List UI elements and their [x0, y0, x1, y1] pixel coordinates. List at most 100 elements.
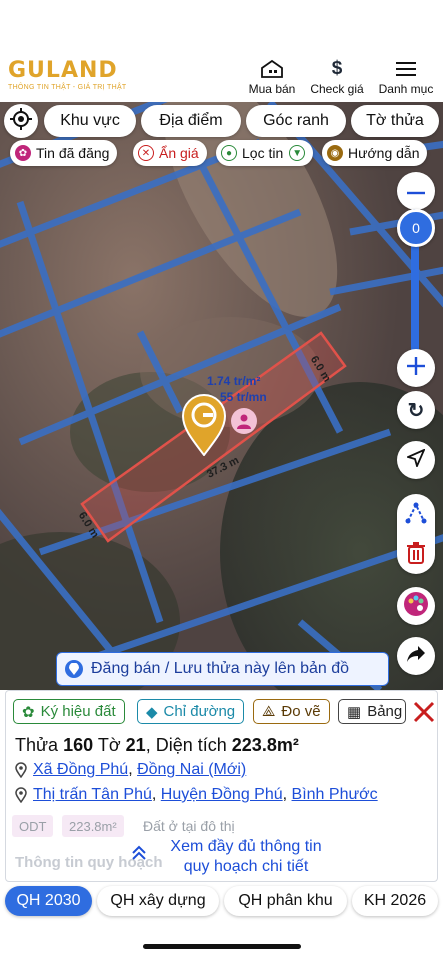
province-link[interactable]: Bình Phước — [292, 786, 378, 804]
zoom-slider-handle[interactable]: 0 — [397, 209, 435, 247]
nav-check-gia[interactable]: $ Check giá — [302, 58, 372, 96]
comma: , — [128, 761, 138, 778]
chip-an-gia[interactable]: ✕ Ẩn giá — [133, 140, 207, 166]
navigation-arrow-icon — [405, 447, 426, 472]
nav-danh-muc[interactable]: Danh mục — [371, 58, 441, 96]
comma: , — [282, 786, 292, 803]
navigate-button[interactable] — [397, 441, 435, 479]
zoom-in-button[interactable] — [397, 349, 435, 387]
filter-dia-diem[interactable]: Địa điểm — [141, 105, 241, 137]
crosshair-icon — [9, 107, 33, 136]
filter-goc-ranh[interactable]: Góc ranh — [246, 105, 346, 137]
measure-icon: ⟁ — [262, 703, 276, 720]
minus-icon — [407, 182, 425, 200]
price-per-m2-label: 1.74 tr/m² — [207, 374, 261, 388]
tool-label: Chỉ đường — [163, 703, 236, 720]
nav-label: Danh mục — [378, 82, 434, 96]
nav-label: Mua bán — [248, 82, 296, 96]
refresh-button[interactable]: ↻ — [397, 391, 435, 429]
tool-label: Ký hiệu đất — [40, 703, 116, 720]
more-label-line1: Xem đầy đủ thông tin — [170, 838, 322, 855]
close-panel-button[interactable] — [412, 700, 436, 724]
parcel-label: Thửa — [15, 735, 59, 755]
guide-icon: ◉ — [327, 145, 343, 161]
chevron-down-icon: ▼ — [289, 145, 306, 161]
measure-draw-button[interactable] — [404, 501, 428, 525]
parcel-info-panel: ✿ Ký hiệu đất ◆ Chỉ đường ⟁ Đo vẽ ▦ Bảng… — [5, 690, 438, 882]
tab-kh-2026[interactable]: KH 2026 — [352, 886, 438, 916]
filter-khu-vuc[interactable]: Khu vực — [44, 105, 136, 137]
close-icon — [412, 701, 436, 728]
sheet-label: Tờ — [97, 735, 121, 755]
measure-tab[interactable]: ⟁ Đo vẽ — [253, 699, 330, 724]
post-listing-button[interactable]: Đăng bán / Lưu thửa này lên bản đồ — [56, 652, 389, 686]
filter-to-thua[interactable]: Tờ thửa — [351, 105, 439, 137]
filter-pin-icon: ● — [221, 145, 237, 161]
nav-label: Check giá — [310, 82, 364, 96]
zoom-out-button[interactable] — [397, 172, 435, 210]
zoning-area-tag: 223.8m² — [62, 815, 124, 837]
chevrons-up-icon — [131, 845, 147, 867]
locate-me-button[interactable] — [4, 104, 38, 138]
menu-icon — [396, 58, 416, 80]
delete-drawing-button[interactable] — [406, 542, 428, 564]
planning-tabs: QH 2030 QH xây dựng QH phân khu KH 2026 — [0, 882, 443, 922]
tab-qh-xay-dung[interactable]: QH xây dựng — [97, 886, 219, 916]
logo-wordmark: GULAND — [8, 58, 118, 83]
home-indicator[interactable] — [143, 944, 301, 949]
tab-qh-phan-khu[interactable]: QH phân khu — [224, 886, 347, 916]
district-link[interactable]: Huyện Đồng Phú — [161, 786, 283, 804]
palette-icon: ✿ — [22, 703, 35, 721]
area-value: 223.8m² — [231, 735, 299, 755]
parcel-number: 160 — [63, 735, 94, 755]
land-symbol-button[interactable] — [397, 587, 435, 625]
logo-tagline: THÔNG TIN THẬT - GIÁ TRỊ THẬT — [8, 84, 127, 91]
tool-label: Đo vẽ — [281, 703, 321, 720]
table-tab[interactable]: ▦ Bảng — [338, 699, 406, 724]
guland-logo[interactable]: GULAND THÔNG TIN THẬT - GIÁ TRỊ THẬT — [8, 58, 127, 92]
table-icon: ▦ — [347, 703, 362, 721]
dollar-icon: $ — [331, 58, 343, 79]
owner-avatar-icon[interactable] — [231, 408, 257, 434]
map-view[interactable]: Khu vực Địa điểm Góc ranh Tờ thửa ✿ Tin … — [0, 102, 443, 690]
refresh-icon: ↻ — [407, 399, 425, 422]
chip-label: Tin đã đăng — [36, 145, 110, 161]
chip-label: Hướng dẫn — [348, 145, 420, 161]
chip-tin-da-dang[interactable]: ✿ Tin đã đăng — [10, 140, 118, 166]
chip-loc-tin[interactable]: ● Lọc tin ▼ — [216, 140, 314, 166]
commune-link[interactable]: Xã Đồng Phú — [33, 761, 128, 779]
guland-map-pin-icon[interactable] — [181, 394, 227, 461]
plus-icon — [407, 356, 425, 380]
directions-icon: ◆ — [146, 703, 158, 721]
share-button[interactable] — [397, 637, 435, 675]
comma: , — [151, 786, 161, 803]
nav-mua-ban[interactable]: Mua bán — [237, 58, 307, 96]
chip-label: Lọc tin — [242, 145, 284, 161]
address-old: Thị trấn Tân Phú, Huyện Đồng Phú, Bình P… — [15, 786, 378, 804]
town-link[interactable]: Thị trấn Tân Phú — [33, 786, 152, 804]
chip-huong-dan[interactable]: ◉ Hướng dẫn — [322, 140, 428, 166]
address-new: Xã Đồng Phú, Đồng Nai (Mới) — [15, 761, 246, 779]
location-pin-icon — [65, 660, 83, 678]
palette-icon — [403, 591, 429, 622]
more-label-line2: quy hoạch chi tiết — [183, 858, 309, 875]
house-icon — [260, 58, 284, 80]
price-per-mn-label: 55 tr/mn — [220, 390, 267, 404]
share-arrow-icon — [406, 645, 426, 668]
view-full-planning-button[interactable]: Xem đầy đủ thông tin quy hoạch chi tiết — [131, 837, 361, 877]
location-pin-icon — [15, 787, 27, 803]
chip-label: Ẩn giá — [159, 145, 199, 161]
app-screen: GULAND THÔNG TIN THẬT - GIÁ TRỊ THẬT Mua… — [0, 0, 443, 959]
zoning-description: Đất ở tại đô thị — [143, 818, 235, 834]
directions-tab[interactable]: ◆ Chỉ đường — [137, 699, 245, 724]
location-pin-icon — [15, 762, 27, 778]
cta-label: Đăng bán / Lưu thửa này lên bản đồ — [91, 660, 350, 677]
province-link[interactable]: Đồng Nai (Mới) — [137, 761, 246, 779]
sheet-number: 21 — [125, 735, 146, 755]
land-symbol-tab[interactable]: ✿ Ký hiệu đất — [13, 699, 125, 724]
tab-qh-2030[interactable]: QH 2030 — [5, 886, 92, 916]
measure-icon — [404, 502, 428, 529]
zoning-code-tag: ODT — [12, 815, 54, 837]
hide-price-icon: ✕ — [138, 145, 154, 161]
parcel-title: Thửa 160 Tờ 21, Diện tích 223.8m² — [15, 735, 299, 756]
